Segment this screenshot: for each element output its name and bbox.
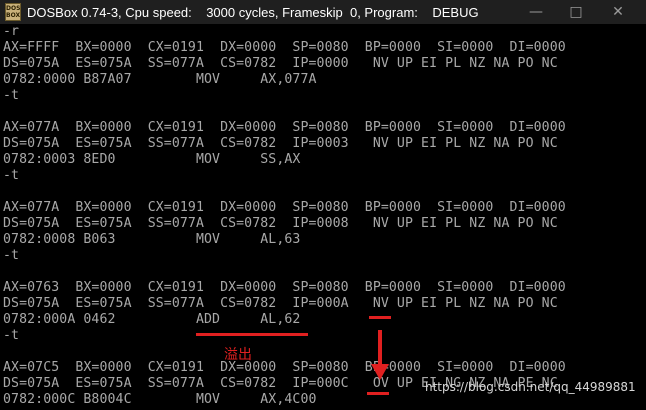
console-line: 0782:000C B8004C MOV AX,4C00 [3,392,317,407]
ov-flag-underline [367,392,389,395]
console-line: -t [3,168,20,183]
title-bar[interactable]: DOS BOX DOSBox 0.74-3, Cpu speed: 3000 c… [0,0,646,24]
console-line: 0782:0000 B87A07 MOV AX,077A [3,72,317,87]
console-line: -r [3,24,20,39]
arrow-shaft [378,330,382,368]
nv-flag-underline [369,316,391,319]
add-instruction-underline [196,333,308,336]
minimize-button[interactable]: — [516,0,556,24]
maximize-button[interactable]: □ [556,0,596,24]
watermark: https://blog.csdn.net/qq_44989881 [425,380,636,394]
console-line: AX=0763 BX=0000 CX=0191 DX=0000 SP=0080 … [3,280,566,295]
overflow-annotation: 溢出 [224,347,252,363]
console-line: AX=077A BX=0000 CX=0191 DX=0000 SP=0080 … [3,200,566,215]
console-line: -t [3,88,20,103]
console-line: AX=FFFF BX=0000 CX=0191 DX=0000 SP=0080 … [3,40,566,55]
console-line: 0782:0003 8ED0 MOV SS,AX [3,152,301,167]
console-line: -t [3,328,20,343]
dosbox-icon: DOS BOX [5,3,21,21]
console-line: DS=075A ES=075A SS=077A CS=0782 IP=000A … [3,296,558,311]
console-line: AX=077A BX=0000 CX=0191 DX=0000 SP=0080 … [3,120,566,135]
console-line: DS=075A ES=075A SS=077A CS=0782 IP=0000 … [3,56,558,71]
console-line: 0782:000A 0462 ADD AL,62 [3,312,301,327]
close-button[interactable]: ✕ [598,0,638,24]
debug-console[interactable]: -r AX=FFFF BX=0000 CX=0191 DX=0000 SP=00… [0,24,646,410]
console-line: -t [3,248,20,263]
console-line: 0782:0008 B063 MOV AL,63 [3,232,301,247]
console-line: DS=075A ES=075A SS=077A CS=0782 IP=0008 … [3,216,558,231]
console-line: AX=07C5 BX=0000 CX=0191 DX=0000 SP=0080 … [3,360,566,375]
window-title: DOSBox 0.74-3, Cpu speed: 3000 cycles, F… [27,5,479,20]
arrow-down-icon [371,364,389,380]
console-line: DS=075A ES=075A SS=077A CS=0782 IP=0003 … [3,136,558,151]
